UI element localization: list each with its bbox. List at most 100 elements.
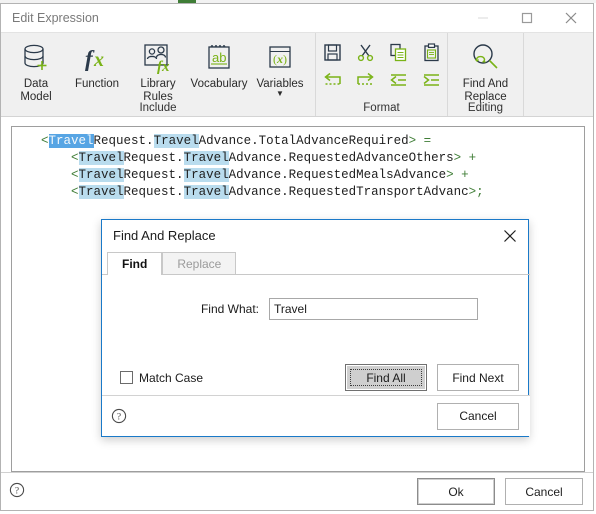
code-token: > <box>408 134 417 148</box>
label-line-1: Library <box>140 78 176 90</box>
save-icon[interactable] <box>318 40 346 64</box>
format-icon-grid <box>316 33 448 93</box>
code-token: Advance.RequestedTransportAdvanc <box>228 185 469 199</box>
ribbon-button-label: Find And Replace <box>449 78 523 104</box>
tab-replace[interactable]: Replace <box>162 252 237 275</box>
fx-icon: f x <box>82 40 112 76</box>
minimize-button[interactable] <box>461 4 505 32</box>
dialog-body: Find What: Match Case Find All Find Next <box>102 275 528 399</box>
checkbox-box <box>120 371 133 384</box>
cancel-button[interactable]: Cancel <box>505 478 583 505</box>
ribbon-button-variables[interactable]: ( x ) Variables ▼ <box>250 38 311 104</box>
ribbon-button-label: Function <box>74 78 120 90</box>
code-token: >; <box>468 185 484 199</box>
dialog-title-bar: Find And Replace <box>102 220 528 251</box>
decrease-indent-icon[interactable] <box>384 68 412 92</box>
code-match: Travel <box>78 168 124 182</box>
dialog-title: Find And Replace <box>113 228 216 243</box>
svg-text:?: ? <box>117 413 121 423</box>
dialog-cancel-button[interactable]: Cancel <box>437 402 519 430</box>
ribbon-group-format: Format <box>316 33 448 116</box>
chevron-down-icon[interactable]: ▼ <box>276 90 284 98</box>
maximize-icon <box>521 12 533 24</box>
code-token: > <box>446 168 454 182</box>
svg-text:): ) <box>283 52 287 66</box>
window-title: Edit Expression <box>12 11 99 25</box>
redo-icon[interactable] <box>351 68 379 92</box>
code-token: < <box>71 151 79 165</box>
code-match: Travel <box>153 134 199 148</box>
code-token: + <box>468 151 477 165</box>
label-line-1: Find And <box>462 78 509 90</box>
match-case-checkbox[interactable]: Match Case <box>120 371 203 385</box>
copy-icon[interactable] <box>384 40 412 64</box>
code-line: <TravelRequest.TravelAdvance.RequestedMe… <box>26 167 584 184</box>
cut-icon[interactable] <box>351 40 379 64</box>
label-line-1: Data <box>23 78 49 90</box>
code-token: + <box>461 168 469 182</box>
code-token: < <box>41 134 49 148</box>
find-all-label: Find All <box>350 369 422 386</box>
find-all-button[interactable]: Find All <box>345 364 427 391</box>
ribbon-button-data-model[interactable]: Data Model <box>6 38 67 104</box>
maximize-button[interactable] <box>505 4 549 32</box>
find-next-button[interactable]: Find Next <box>437 364 519 391</box>
increase-indent-icon[interactable] <box>417 68 445 92</box>
code-match: Travel <box>78 185 124 199</box>
code-token: Request. <box>93 134 154 148</box>
ribbon-button-library-rules[interactable]: fx Library Rules <box>128 38 189 104</box>
svg-text:fx: fx <box>157 59 170 74</box>
find-what-row: Find What: <box>102 275 528 320</box>
undo-icon[interactable] <box>318 68 346 92</box>
library-rules-icon: fx <box>142 40 174 76</box>
code-line: <TravelRequest.TravelAdvance.RequestedTr… <box>26 184 584 201</box>
svg-text:x: x <box>276 52 283 66</box>
code-match-active: Travel <box>48 134 94 148</box>
code-token: Request. <box>123 168 184 182</box>
dialog-close-button[interactable] <box>496 223 524 249</box>
ribbon-group-editing: Find And Replace Editing <box>448 33 524 116</box>
ribbon-group-label: Format <box>363 102 400 114</box>
paste-icon[interactable] <box>417 40 445 64</box>
ribbon-button-label: Vocabulary <box>190 78 248 90</box>
help-icon[interactable]: ? <box>111 408 127 424</box>
help-icon[interactable]: ? <box>9 482 25 501</box>
title-bar: Edit Expression <box>1 4 593 33</box>
svg-text:x: x <box>93 49 104 71</box>
expression-code[interactable]: <TravelRequest.TravelAdvance.TotalAdvanc… <box>12 127 584 201</box>
ribbon-toolbar: Data Model f x Function fx Library Rules… <box>1 33 593 117</box>
close-button[interactable] <box>549 4 593 32</box>
code-token: < <box>71 168 79 182</box>
variables-icon: ( x ) <box>265 40 295 76</box>
code-token: < <box>71 185 79 199</box>
minimize-icon <box>478 17 488 19</box>
find-replace-icon <box>469 40 503 76</box>
dialog-tabs: Find Replace <box>102 251 530 275</box>
ribbon-button-vocabulary[interactable]: ab Vocabulary <box>189 38 250 104</box>
ribbon-group-label: Include <box>139 102 177 114</box>
find-what-input[interactable] <box>269 298 478 320</box>
database-plus-icon <box>21 40 51 76</box>
vocabulary-icon: ab <box>204 40 234 76</box>
code-line: <TravelRequest.TravelAdvance.TotalAdvanc… <box>26 133 584 150</box>
ribbon-button-label: Library Rules <box>127 78 189 104</box>
code-match: Travel <box>78 151 124 165</box>
ok-button[interactable]: Ok <box>417 478 495 505</box>
window-footer: ? Ok Cancel <box>1 472 593 510</box>
close-icon <box>504 229 516 242</box>
tab-find[interactable]: Find <box>107 252 163 275</box>
ribbon-button-find-and-replace[interactable]: Find And Replace <box>450 38 522 104</box>
code-token: Advance.RequestedAdvanceOthers <box>228 151 454 165</box>
find-what-label: Find What: <box>200 302 259 316</box>
ribbon-button-function[interactable]: f x Function <box>67 38 128 104</box>
match-case-label: Match Case <box>139 370 204 385</box>
dialog-actions-row: Match Case Find All Find Next <box>102 364 530 391</box>
ribbon-button-label: Data Model <box>5 78 67 104</box>
code-token: Request. <box>123 185 184 199</box>
